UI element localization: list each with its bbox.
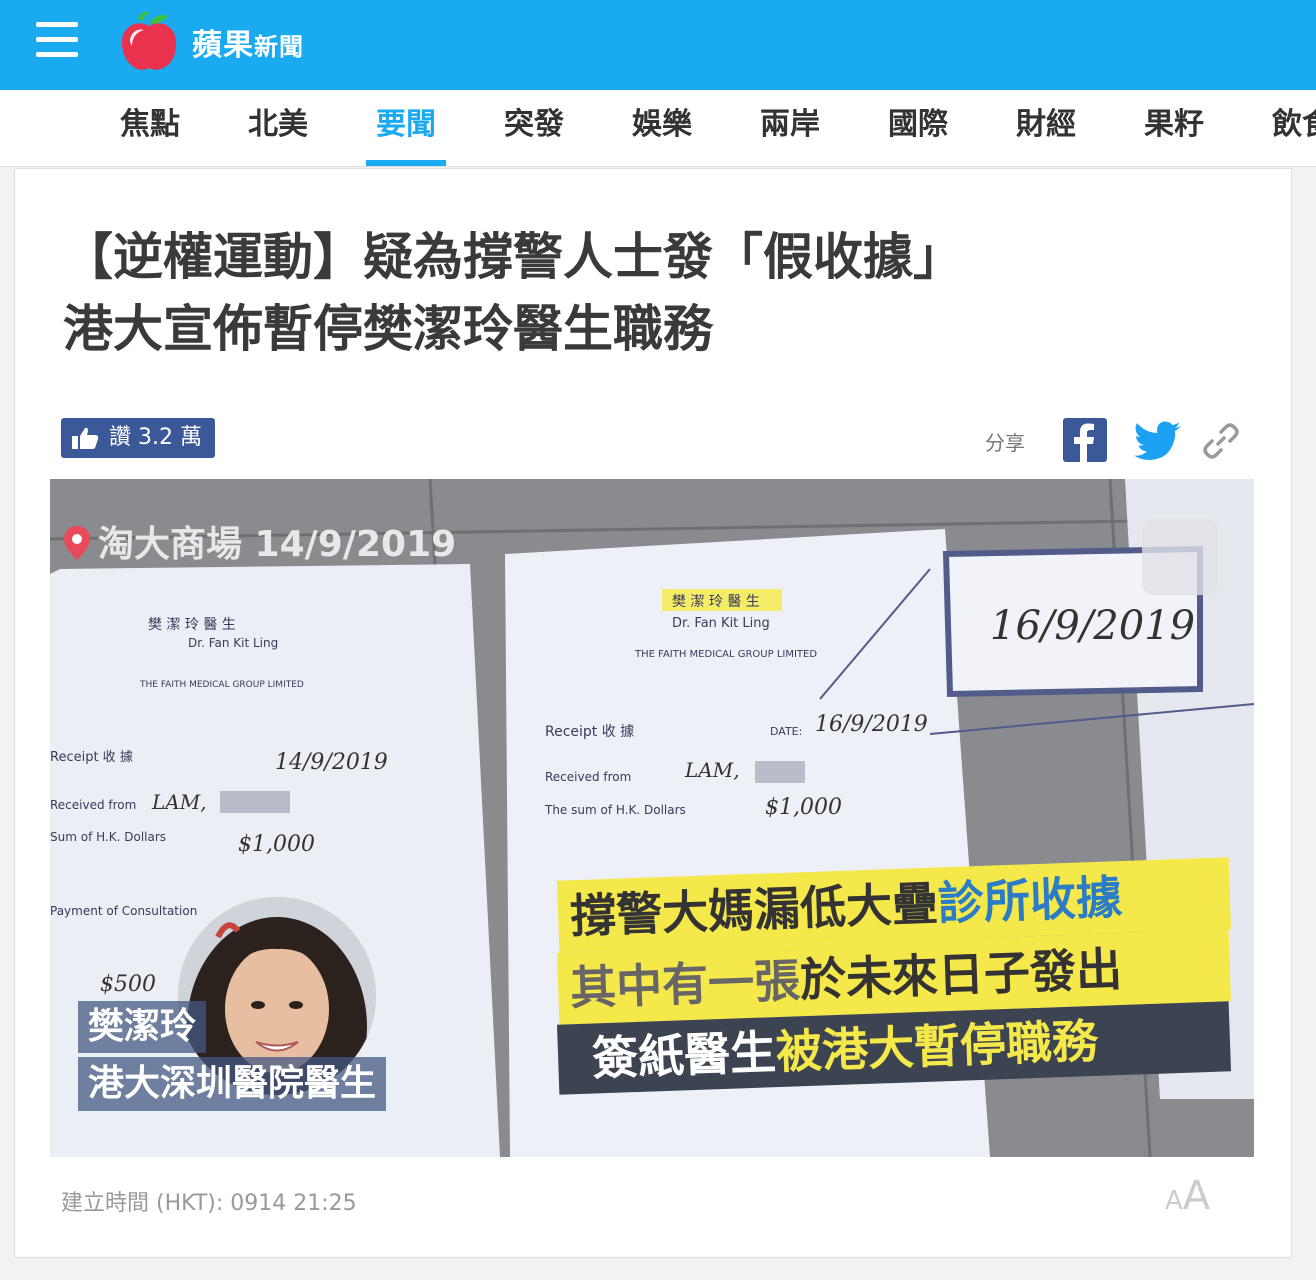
nav-item-finance[interactable]: 財經 — [1016, 90, 1076, 166]
like-button[interactable]: 讚 3.2 萬 — [61, 418, 215, 458]
nav-item-headlines[interactable]: 要聞 — [366, 90, 446, 166]
nav-item-food[interactable]: 飲食 — [1272, 90, 1316, 166]
title-line-1: 【逆權運動】疑為撐警人士發「假收據」 — [63, 228, 963, 286]
left-receipt-date: 14/9/2019 — [275, 750, 388, 775]
font-large-icon[interactable]: A — [1183, 1173, 1210, 1219]
nav-item-international[interactable]: 國際 — [888, 90, 948, 166]
share-label: 分享 — [985, 431, 1025, 455]
left-receipt-surgery: $500 — [100, 972, 156, 997]
right-receipt-group: THE FAITH MEDICAL GROUP LIMITED — [634, 649, 817, 660]
article-card: 【逆權運動】疑為撐警人士發「假收據」 港大宣佈暫停樊潔玲醫生職務 讚 3.2 萬… — [14, 168, 1292, 1258]
like-count: 讚 3.2 萬 — [109, 425, 202, 450]
left-receipt-name: LAM, — [151, 790, 207, 814]
nav-item-north-america[interactable]: 北美 — [248, 90, 308, 166]
left-receipt-title: Receipt 收 據 — [50, 750, 133, 765]
nav-item-entertainment[interactable]: 娛樂 — [632, 90, 692, 166]
person-title-caption: 港大深圳醫院醫生 — [78, 1057, 387, 1111]
left-receipt-received-from: Received from — [50, 798, 136, 812]
created-time: 建立時間 (HKT): 0914 21:25 — [61, 1191, 357, 1216]
nav-item-focus[interactable]: 焦點 — [120, 90, 180, 166]
right-receipt-title: Receipt 收 據 — [545, 724, 634, 740]
location-text: 淘大商場 14/9/2019 — [98, 524, 457, 565]
facebook-icon — [1074, 423, 1094, 462]
copy-link-button[interactable] — [1201, 421, 1241, 461]
right-receipt-received-from: Received from — [545, 770, 631, 784]
left-receipt-doctor-en: Dr. Fan Kit Ling — [188, 636, 278, 650]
twitter-icon — [1134, 421, 1181, 460]
brand-name[interactable]: 蘋果新聞 — [192, 20, 304, 64]
nav-item-lifestyle[interactable]: 果籽 — [1144, 90, 1204, 166]
facebook-share-button[interactable] — [1063, 418, 1107, 462]
right-receipt-name: LAM, — [684, 758, 740, 782]
font-small-icon[interactable]: A — [1165, 1186, 1183, 1216]
left-receipt-sum: Sum of H.K. Dollars — [50, 830, 166, 844]
right-receipt-doctor: 樊 潔 玲 醫 生 — [672, 594, 760, 610]
article-photo[interactable]: 樊 潔 玲 醫 生 Dr. Fan Kit Ling THE FAITH MED… — [50, 479, 1254, 1157]
left-receipt-group: THE FAITH MEDICAL GROUP LIMITED — [139, 680, 304, 690]
top-header-bar: 蘋果新聞 — [0, 0, 1316, 90]
nav-item-cross-strait[interactable]: 兩岸 — [760, 90, 820, 166]
nav-item-breaking[interactable]: 突發 — [504, 90, 564, 166]
section-nav: 焦點 北美 要聞 突發 娛樂 兩岸 國際 財經 果籽 飲食 — [0, 90, 1316, 167]
apple-logo-icon[interactable] — [118, 8, 180, 74]
location-overlay: 淘大商場 14/9/2019 — [64, 515, 456, 567]
menu-icon[interactable] — [36, 22, 78, 58]
location-pin-icon — [64, 526, 90, 560]
person-name-caption: 樊潔玲 — [78, 1001, 207, 1053]
right-receipt-doctor-en: Dr. Fan Kit Ling — [672, 616, 770, 631]
right-receipt-amount: $1,000 — [765, 795, 842, 820]
right-receipt-date: 16/9/2019 — [815, 712, 928, 737]
title-line-2: 港大宣佈暫停樊潔玲醫生職務 — [63, 300, 713, 358]
twitter-share-button[interactable] — [1133, 421, 1183, 461]
left-receipt-amount: $1,000 — [238, 832, 315, 857]
link-icon — [1203, 423, 1239, 459]
article-title: 【逆權運動】疑為撐警人士發「假收據」 港大宣佈暫停樊潔玲醫生職務 — [63, 221, 1253, 365]
zoomed-date: 16/9/2019 — [990, 603, 1195, 649]
right-receipt-sum: The sum of H.K. Dollars — [544, 803, 686, 817]
right-receipt-date-label: DATE: — [770, 725, 802, 738]
left-receipt-doctor: 樊 潔 玲 醫 生 — [148, 617, 236, 633]
thumbs-up-icon — [72, 427, 99, 449]
font-size-toggle[interactable]: AA — [1165, 1173, 1210, 1219]
left-receipt-consultation: Payment of Consultation — [50, 904, 197, 918]
